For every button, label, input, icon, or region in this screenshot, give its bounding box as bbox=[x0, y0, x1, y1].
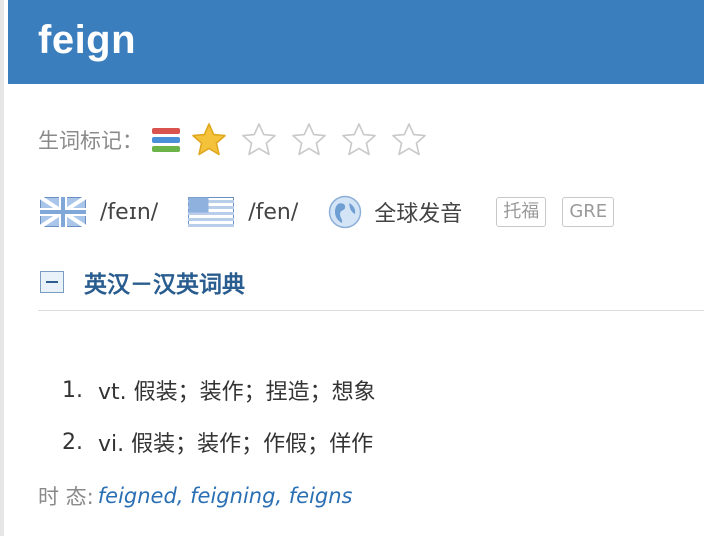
definition-text: vt. 假装；装作；捏造；想象 bbox=[98, 380, 376, 405]
headword: feign bbox=[38, 18, 137, 62]
definition-list: 1. vt. 假装；装作；捏造；想象 2. vi. 假装；装作；作假；佯作 bbox=[62, 364, 376, 468]
tense-label: 时 态: bbox=[38, 485, 94, 509]
wordbook-row: 生词标记： bbox=[38, 118, 427, 162]
definition-number: 1. bbox=[62, 377, 83, 403]
uk-phonetic: /feɪn/ bbox=[100, 199, 159, 225]
star-empty-icon[interactable] bbox=[241, 122, 277, 158]
rating-stars bbox=[191, 122, 427, 158]
dictionary-section-header: 英汉－汉英词典 bbox=[40, 264, 245, 300]
word-header: feign bbox=[8, 0, 704, 84]
section-divider bbox=[38, 310, 704, 311]
pronunciation-row: /feɪn/ /fen/ 全球发音 托福 GRE bbox=[40, 190, 630, 234]
star-filled-icon[interactable] bbox=[191, 122, 227, 158]
tense-row: 时 态: feigned, feigning, feigns bbox=[38, 478, 353, 514]
wordbook-stack-icon[interactable] bbox=[151, 126, 181, 154]
uk-flag-icon[interactable] bbox=[40, 197, 86, 227]
global-pronunciation-link[interactable]: 全球发音 bbox=[374, 196, 462, 228]
definition-item: 1. vt. 假装；装作；捏造；想象 bbox=[62, 364, 376, 416]
exam-tag-toefl: 托福 bbox=[496, 197, 547, 227]
minus-icon bbox=[46, 281, 58, 283]
star-empty-icon[interactable] bbox=[291, 122, 327, 158]
star-empty-icon[interactable] bbox=[341, 122, 377, 158]
definition-text: vi. 假装；装作；作假；佯作 bbox=[98, 432, 374, 457]
wordbook-label: 生词标记： bbox=[38, 129, 143, 153]
exam-tag-gre: GRE bbox=[562, 197, 615, 227]
section-title[interactable]: 英汉－汉英词典 bbox=[84, 265, 245, 299]
definition-item: 2. vi. 假装；装作；作假；佯作 bbox=[62, 416, 376, 468]
globe-icon[interactable] bbox=[328, 195, 362, 229]
tense-forms-link[interactable]: feigned, feigning, feigns bbox=[98, 484, 353, 508]
us-phonetic: /fen/ bbox=[248, 199, 299, 225]
collapse-button[interactable] bbox=[40, 271, 64, 293]
us-flag-icon[interactable] bbox=[188, 197, 235, 227]
star-empty-icon[interactable] bbox=[391, 122, 427, 158]
definition-number: 2. bbox=[62, 429, 83, 455]
dictionary-panel: feign 生词标记： /feɪn/ /fen/ 全球发音 托福 GRE 英汉－… bbox=[0, 0, 704, 536]
